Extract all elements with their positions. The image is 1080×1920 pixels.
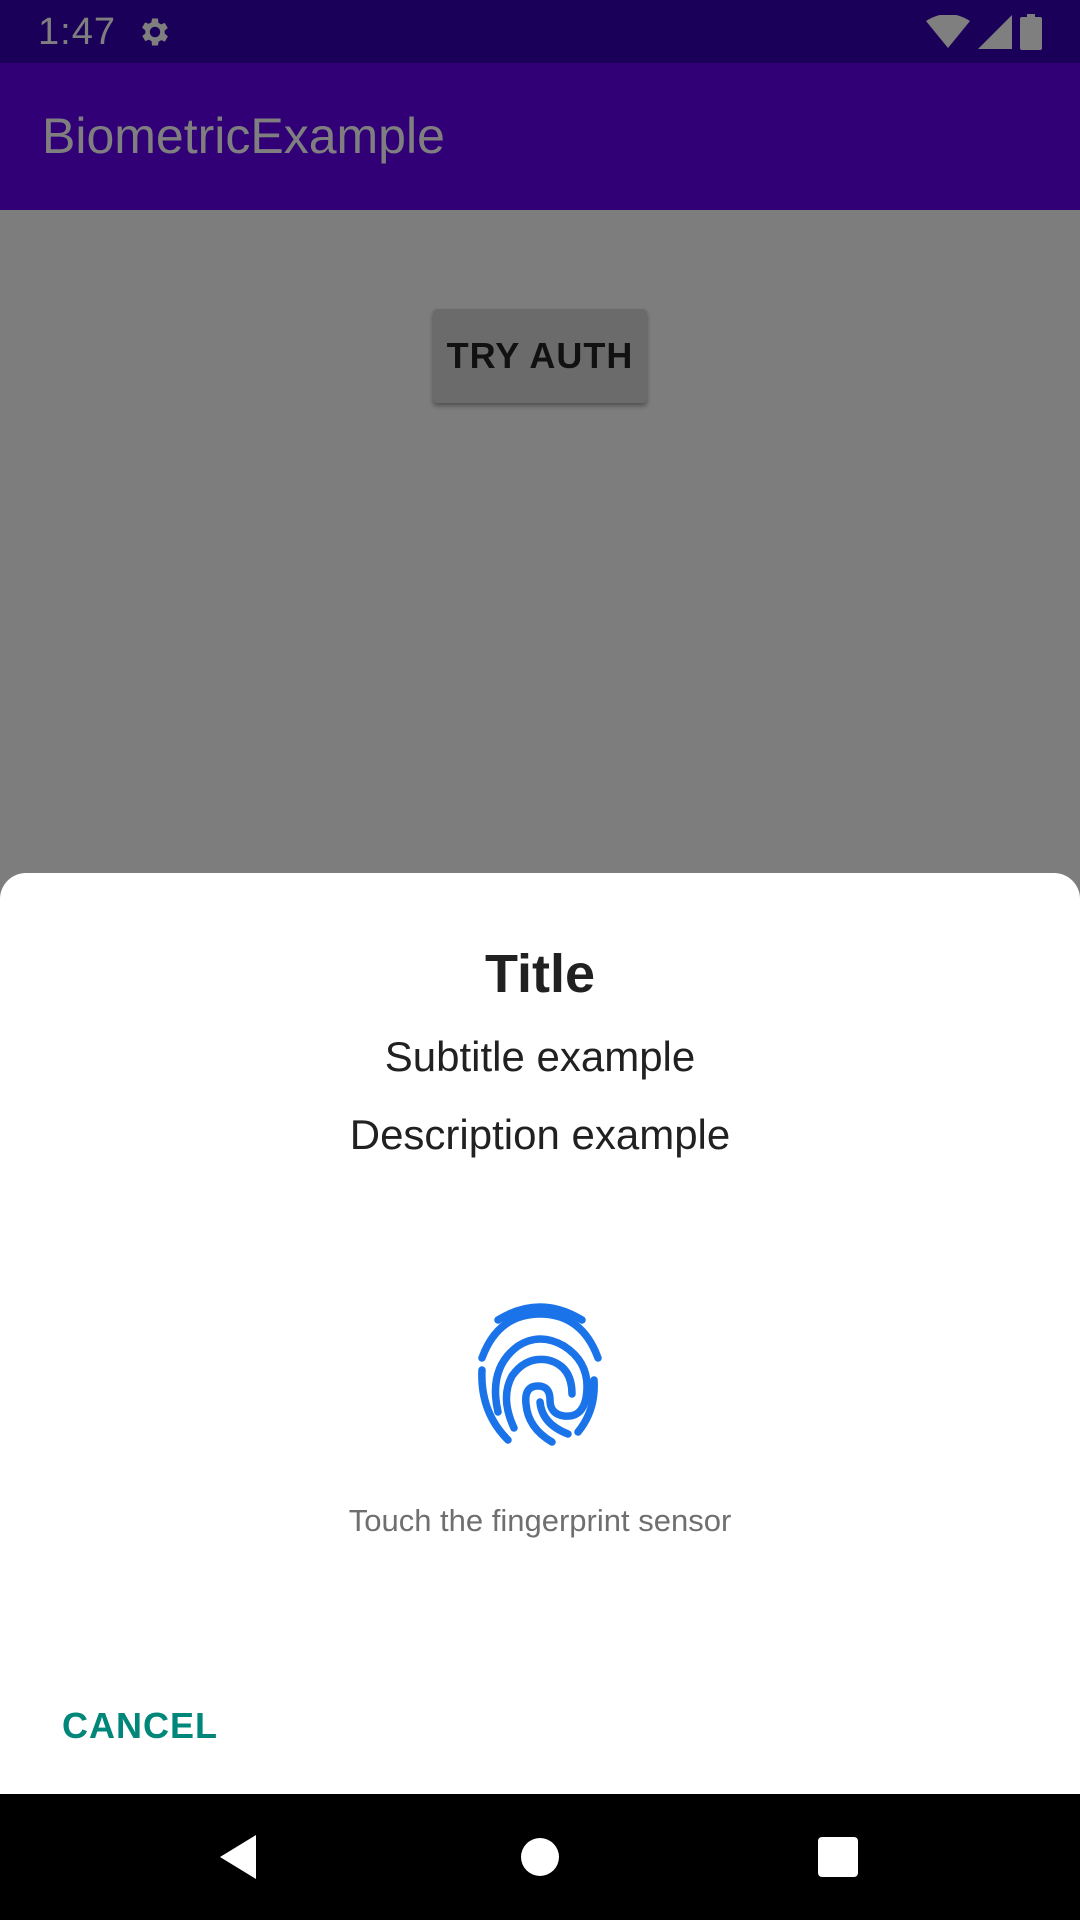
back-icon[interactable] [210,1827,270,1887]
prompt-description: Description example [349,1111,731,1158]
biometric-prompt-sheet: Title Subtitle example Description examp… [0,873,1080,1794]
prompt-title: Title [484,944,596,1004]
recents-icon[interactable] [808,1827,868,1887]
prompt-subtitle: Subtitle example [384,1033,696,1080]
fingerprint-icon [478,1303,602,1446]
prompt-hint: Touch the fingerprint sensor [348,1503,732,1538]
cancel-button[interactable]: CANCEL [42,1697,238,1755]
navigation-bar [0,1794,1080,1920]
screen: 1:47 BiometricExample TRY AUTH Title Sub… [0,0,1080,1920]
home-icon[interactable] [510,1827,570,1887]
